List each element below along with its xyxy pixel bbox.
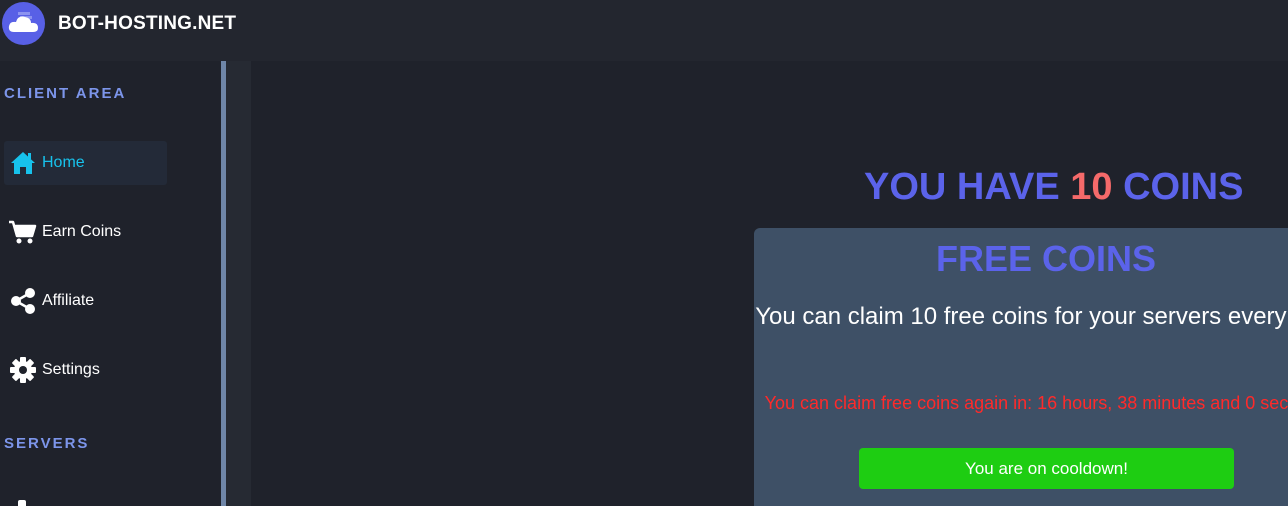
sidebar: CLIENT AREA Home Earn Coins Affiliate Se… xyxy=(0,61,221,506)
free-coins-card: FREE COINS You can claim 10 free coins f… xyxy=(754,228,1288,506)
sidebar-item-label: Earn Coins xyxy=(42,223,122,240)
top-bar: BOT-HOSTING.NET xyxy=(0,0,1288,61)
claim-cooldown-button[interactable]: You are on cooldown! xyxy=(859,448,1234,489)
server-icon xyxy=(18,500,26,506)
card-title: FREE COINS xyxy=(935,238,1157,279)
sidebar-item-home[interactable]: Home xyxy=(4,141,167,185)
home-icon xyxy=(8,148,38,178)
coins-balance-heading: YOU HAVE 10 COINS xyxy=(864,166,1243,209)
coins-prefix: YOU HAVE xyxy=(864,166,1060,208)
sidebar-item-label: Home xyxy=(42,154,85,171)
section-title-client-area: CLIENT AREA xyxy=(4,85,127,102)
coins-suffix: COINS xyxy=(1123,166,1244,208)
gear-icon xyxy=(8,355,38,385)
cloud-icon[interactable] xyxy=(2,2,45,45)
sidebar-divider xyxy=(226,61,251,506)
coins-value: 10 xyxy=(1070,166,1113,208)
cooldown-timer-text: You can claim free coins again in: 16 ho… xyxy=(764,393,1288,413)
brand-name[interactable]: BOT-HOSTING.NET xyxy=(58,13,236,35)
sidebar-item-affiliate[interactable]: Affiliate xyxy=(4,279,167,323)
card-description: You can claim 10 free coins for your ser… xyxy=(755,303,1288,330)
sidebar-item-earn-coins[interactable]: Earn Coins xyxy=(4,210,167,254)
sidebar-item-settings[interactable]: Settings xyxy=(4,348,167,392)
sidebar-item-label: Settings xyxy=(42,361,100,378)
share-icon xyxy=(8,286,38,316)
cart-icon xyxy=(8,217,38,247)
section-title-servers: SERVERS xyxy=(4,435,90,452)
sidebar-item-label: Affiliate xyxy=(42,292,95,309)
